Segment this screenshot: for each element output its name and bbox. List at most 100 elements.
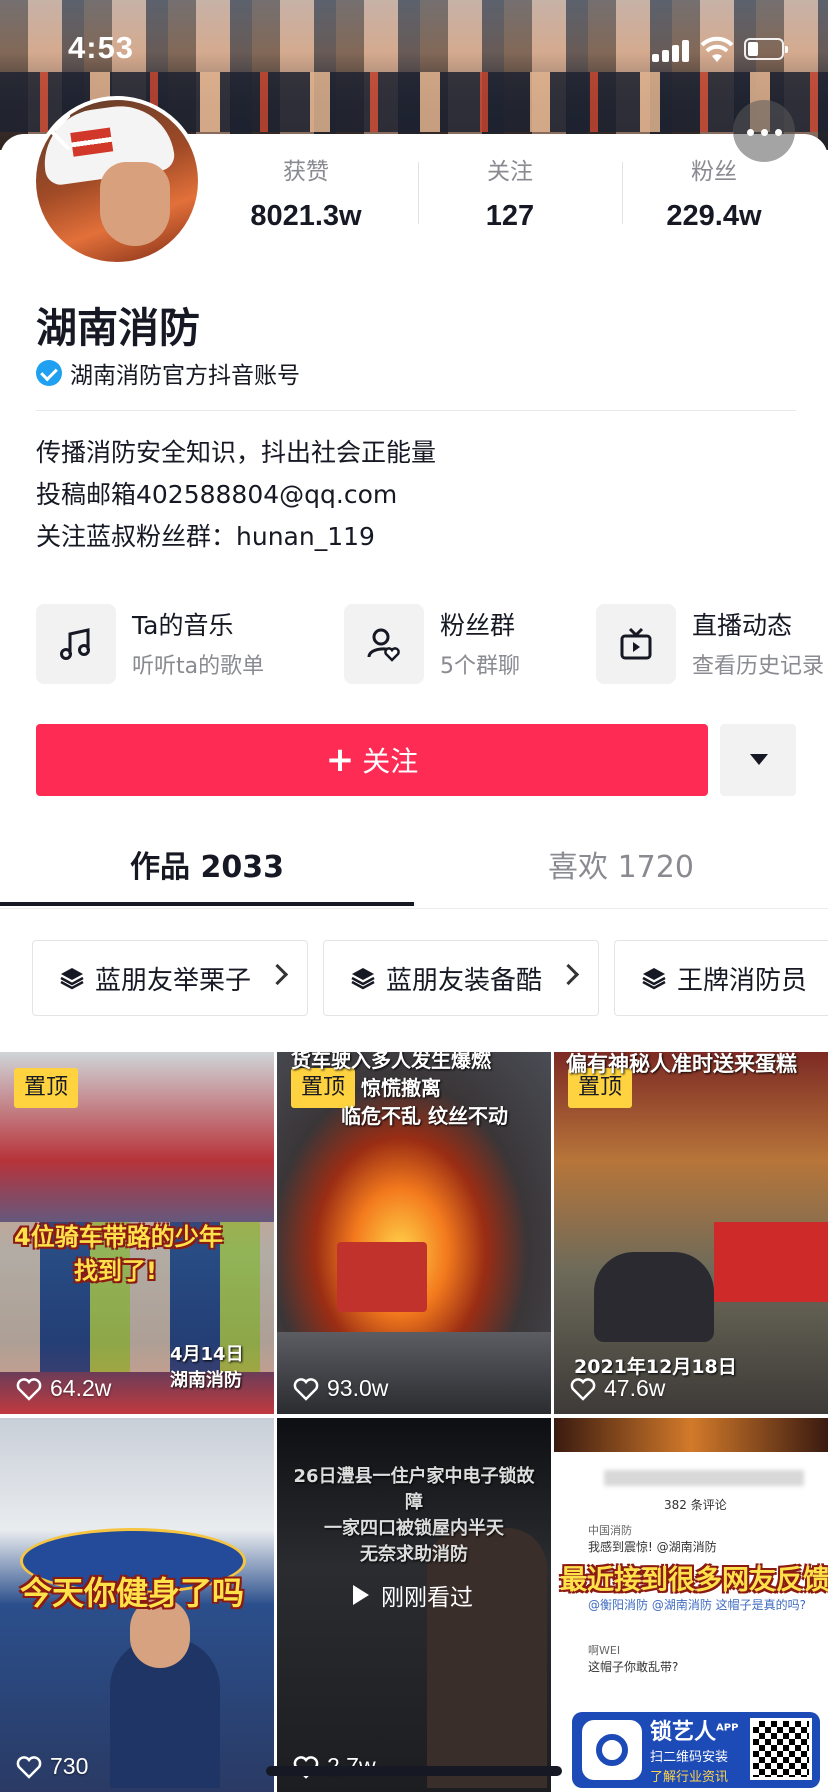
status-time: 4:53 [68, 30, 135, 65]
plus-icon: + [325, 740, 355, 780]
caption-line: 货车驶入多人发生爆燃 [291, 1052, 491, 1072]
stat-likes[interactable]: 获赞 8021.3w [216, 152, 396, 233]
profile-bio: 传播消防安全知识，抖出社会正能量 投稿邮箱402588804@qq.com 关注… [36, 432, 436, 558]
home-indicator[interactable] [266, 1766, 562, 1776]
stat-following[interactable]: 关注 127 [420, 152, 600, 233]
chevron-right-icon [266, 963, 289, 986]
video-thumbnail[interactable]: 置顶 货车驶入多人发生爆燃 惊慌撤离 临危不乱 纹丝不动 93.0w [277, 1052, 551, 1414]
ad-line: 了解行业资讯 [650, 1770, 729, 1785]
collection-label: 蓝朋友装备酷 [386, 965, 543, 996]
caption-line: 26日澧县一住户家中电子锁故障 [293, 1466, 535, 1513]
like-count-value: 64.2w [50, 1375, 112, 1401]
follow-label: 关注 [362, 745, 419, 778]
video-caption: 26日澧县一住户家中电子锁故障 一家四口被锁屋内半天 无奈求助消防 [291, 1464, 537, 1568]
back-arrow-icon[interactable] [46, 112, 76, 152]
divider [36, 410, 796, 411]
heart-icon [570, 1377, 596, 1401]
caption-line: 临危不乱 纹丝不动 [341, 1104, 508, 1128]
video-caption: 4位骑车带路的少年 找到了! [14, 1220, 223, 1288]
feature-subtitle: 5个群聊 [440, 654, 520, 679]
app-logo-icon [582, 1720, 642, 1780]
collection-chip[interactable]: 蓝朋友举栗子 [32, 940, 308, 1016]
bio-line: 传播消防安全知识，抖出社会正能量 [36, 438, 437, 467]
verification-label: 湖南消防官方抖音账号 [70, 363, 300, 389]
feature-live-history[interactable]: 直播动态 查看历史记录 [596, 604, 828, 684]
content-tabs: 作品 2033 喜欢 1720 [0, 826, 828, 909]
caption-line: 一家四口被锁屋内半天 [324, 1518, 504, 1539]
like-count: 93.0w [293, 1375, 388, 1402]
video-thumbnail[interactable]: 置顶 偏有神秘人准时送来蛋糕 2021年12月18日 47.6w [554, 1052, 828, 1414]
video-grid: 置顶 4位骑车带路的少年 找到了! 4月14日 湖南消防 64.2w 置顶 货车… [0, 1052, 828, 1792]
bio-line: 关注蓝叔粉丝群：hunan_119 [36, 522, 375, 551]
recommend-dropdown-button[interactable] [720, 724, 796, 796]
cellular-signal-icon [652, 40, 692, 62]
video-thumbnail[interactable]: 置顶 4位骑车带路的少年 找到了! 4月14日 湖南消防 64.2w [0, 1052, 274, 1414]
verified-badge-icon [36, 360, 62, 386]
feature-title: 粉丝群 [440, 611, 516, 640]
collection-chip[interactable]: 蓝朋友装备酷 [323, 940, 599, 1016]
wifi-icon [700, 36, 734, 62]
music-note-icon [36, 604, 116, 684]
ad-line: 扫二维码安装 [650, 1750, 729, 1765]
stat-label: 获赞 [283, 159, 329, 185]
caption-line: 4位骑车带路的少年 [14, 1223, 223, 1251]
bio-line: 投稿邮箱402588804@qq.com [36, 480, 398, 509]
ad-title: 锁艺人APP [650, 1714, 738, 1746]
active-tab-indicator [0, 902, 414, 906]
stat-followers[interactable]: 粉丝 229.4w [624, 152, 804, 233]
status-bar: 4:53 [0, 0, 828, 100]
battery-icon [744, 38, 788, 60]
like-count-value: 93.0w [327, 1375, 389, 1401]
video-caption: 偏有神秘人准时送来蛋糕 [566, 1052, 797, 1076]
feature-subtitle: 听听ta的歌单 [132, 654, 265, 679]
layers-icon [642, 968, 666, 990]
stat-value: 127 [485, 200, 535, 232]
caption-line: 无奈求助消防 [360, 1544, 468, 1565]
follow-button[interactable]: + 关注 [36, 724, 708, 796]
layers-icon [60, 968, 84, 990]
comment-user: 啊WEI [588, 1644, 621, 1657]
heart-icon [293, 1377, 319, 1401]
more-options-button[interactable] [733, 100, 795, 162]
app-ad-banner[interactable]: 锁艺人APP 扫二维码安装 了解行业资讯 [572, 1712, 820, 1788]
comment-text: @衡阳消防 @湖南消防 这帽子是真的吗? [588, 1598, 806, 1612]
chevron-right-icon [557, 963, 580, 986]
tab-works[interactable]: 作品 2033 [0, 842, 414, 886]
stat-label: 关注 [487, 159, 533, 185]
collection-chip[interactable]: 王牌消防员 [614, 940, 828, 1016]
collection-list: 蓝朋友举栗子 蓝朋友装备酷 王牌消防员 [32, 940, 828, 1020]
tab-likes[interactable]: 喜欢 1720 [414, 842, 828, 886]
collection-label: 蓝朋友举栗子 [95, 965, 252, 996]
heart-icon [16, 1377, 42, 1401]
stat-value: 8021.3w [250, 200, 362, 232]
comment-count: 382 条评论 [664, 1498, 727, 1512]
recently-watched-label: 刚刚看过 [353, 1578, 473, 1612]
profile-stats: 获赞 8021.3w 关注 127 粉丝 229.4w [216, 152, 828, 252]
feature-fan-group[interactable]: 粉丝群 5个群聊 [344, 604, 574, 684]
tv-icon [596, 604, 676, 684]
video-thumbnail[interactable]: 26日澧县一住户家中电子锁故障 一家四口被锁屋内半天 无奈求助消防 刚刚看过 2… [277, 1418, 551, 1792]
video-thumbnail[interactable]: 今天你健身了吗 730 [0, 1418, 274, 1792]
video-caption: 最近接到很多网友反馈 [560, 1565, 828, 1596]
caption-line: 找到了! [74, 1257, 157, 1285]
stat-value: 229.4w [666, 200, 762, 232]
feature-subtitle: 查看历史记录 [692, 654, 825, 679]
like-count: 730 [16, 1753, 88, 1780]
comment-text: 这帽子你敢乱带? [588, 1660, 679, 1674]
video-caption: 今天你健身了吗 [20, 1574, 245, 1612]
profile-name: 湖南消防 [36, 304, 200, 352]
comment-user: 中国消防 [588, 1524, 632, 1537]
stat-divider [622, 162, 623, 224]
like-count-value: 47.6w [604, 1375, 666, 1401]
feature-title: Ta的音乐 [132, 611, 234, 640]
video-caption: 货车驶入多人发生爆燃 惊慌撤离 临危不乱 纹丝不动 [291, 1052, 508, 1130]
ad-title-text: 锁艺人 [650, 1720, 717, 1745]
feature-music[interactable]: Ta的音乐 听听ta的歌单 [36, 604, 296, 684]
ad-title-sup: APP [716, 1722, 739, 1734]
qr-code-icon [750, 1718, 812, 1780]
like-count: 47.6w [570, 1375, 665, 1402]
caption-line: 惊慌撤离 [361, 1076, 441, 1100]
pinned-badge: 置顶 [14, 1068, 79, 1108]
fan-group-icon [344, 604, 424, 684]
collection-label: 王牌消防员 [677, 965, 808, 996]
